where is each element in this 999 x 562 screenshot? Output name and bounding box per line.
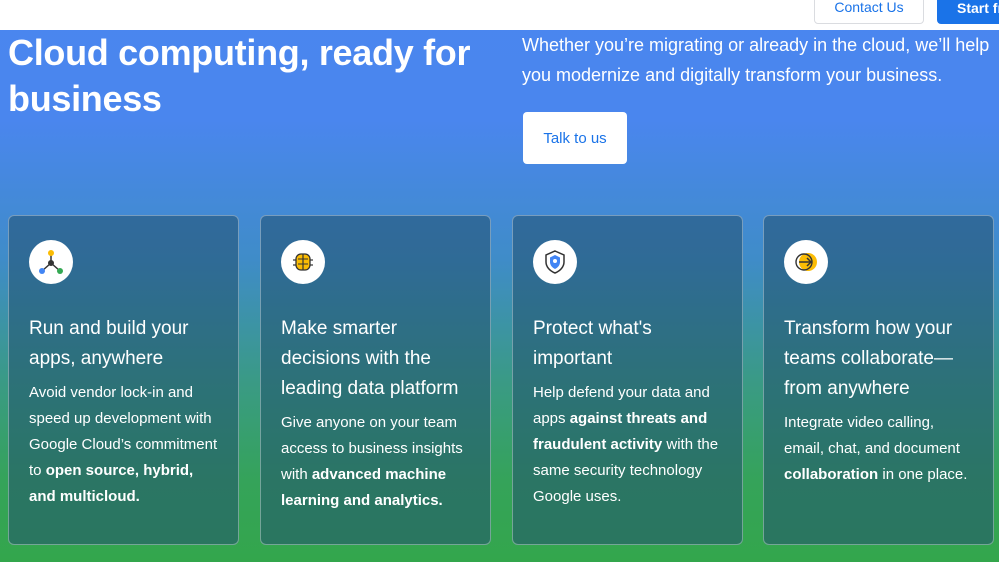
feature-card-collaborate[interactable]: Transform how your teams collaborate—fro… (763, 215, 994, 545)
card-text: Integrate video calling, email, chat, an… (784, 414, 968, 483)
card-title: Transform how your teams collaborate—fro… (784, 318, 953, 399)
contact-us-button[interactable]: Contact Us (814, 0, 924, 24)
card-title: Make smarter decisions with the leading … (281, 318, 459, 399)
start-free-button[interactable]: Start fr (937, 0, 999, 24)
shield-icon (533, 240, 577, 284)
hero-description: Whether you’re migrating or already in t… (522, 35, 990, 85)
card-text: Give anyone on your team access to busin… (281, 414, 463, 509)
card-title: Run and build your apps, anywhere (29, 318, 189, 369)
card-text: Help defend your data and apps against t… (533, 384, 719, 505)
hero-title: Cloud computing, ready for business (8, 32, 471, 119)
collaborate-arrow-icon (784, 240, 828, 284)
brain-chip-icon (281, 240, 325, 284)
feature-card-security[interactable]: Protect what's important Help defend you… (512, 215, 743, 545)
talk-to-us-button[interactable]: Talk to us (523, 112, 627, 164)
nodes-icon (29, 240, 73, 284)
card-text: Avoid vendor lock-in and speed up develo… (29, 384, 218, 505)
feature-card-run-build[interactable]: Run and build your apps, anywhere Avoid … (8, 215, 239, 545)
feature-card-data-platform[interactable]: Make smarter decisions with the leading … (260, 215, 491, 545)
card-title: Protect what's important (533, 318, 652, 369)
